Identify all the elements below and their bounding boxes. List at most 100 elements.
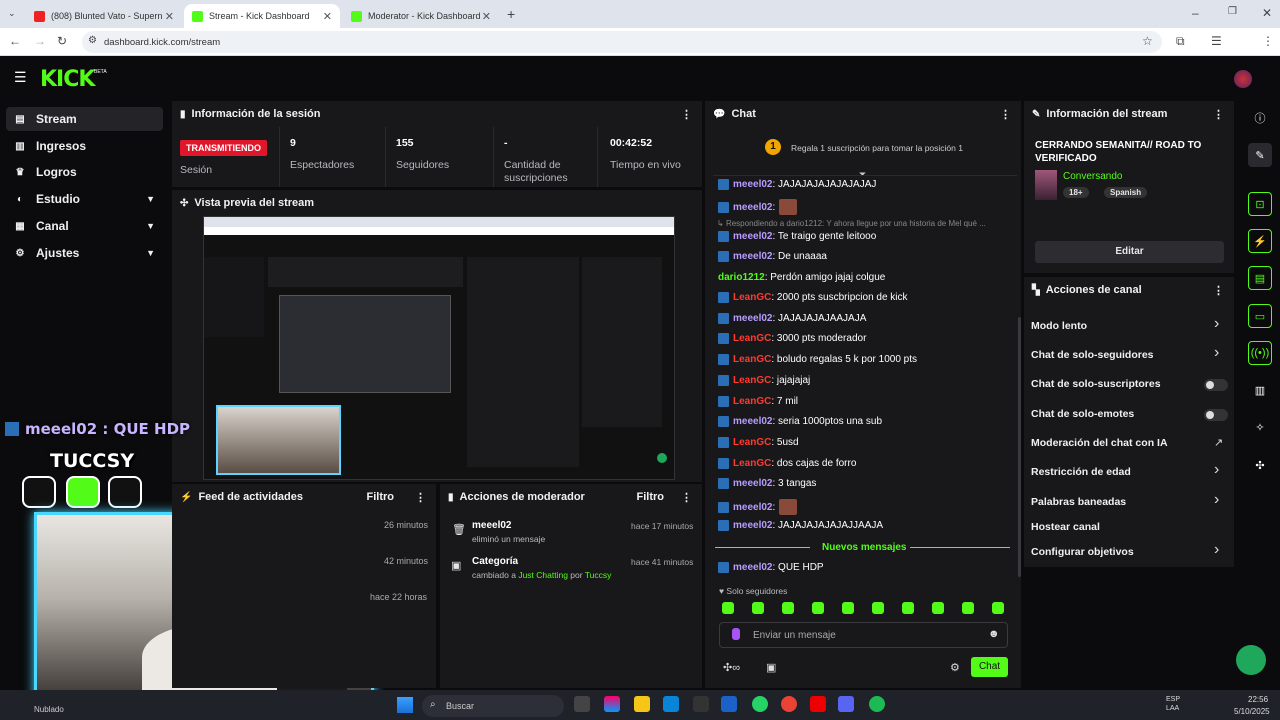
- hamburger-menu-icon[interactable]: ☰: [14, 69, 27, 86]
- emote-button[interactable]: [872, 602, 884, 614]
- more-options-icon[interactable]: ⋮: [1213, 284, 1224, 297]
- tab-youtube[interactable]: (808) Blunted Vato - Supern ✕: [26, 4, 182, 28]
- channel-action-item[interactable]: Configurar objetivos: [1031, 546, 1134, 558]
- toggle-switch[interactable]: [1204, 379, 1228, 391]
- input-language[interactable]: ESP LAA: [1166, 695, 1180, 713]
- chevron-right-icon[interactable]: ›: [1214, 344, 1219, 362]
- feed-filter-button[interactable]: Filtro: [367, 491, 395, 503]
- store-icon[interactable]: [721, 696, 737, 712]
- site-info-icon[interactable]: ⚙: [88, 35, 97, 46]
- chat-username[interactable]: meeel02: [733, 231, 772, 242]
- category-link[interactable]: Conversando: [1063, 171, 1122, 182]
- emote-button[interactable]: [722, 602, 734, 614]
- minimize-button[interactable]: –: [1192, 6, 1199, 20]
- support-chat-button[interactable]: [1236, 645, 1266, 675]
- chevron-right-icon[interactable]: ›: [1214, 461, 1219, 479]
- sidebar-item-canal[interactable]: ▦ Canal ▼: [6, 214, 163, 238]
- tab-search-icon[interactable]: ⌄: [8, 8, 16, 19]
- gift-icon[interactable]: ▣: [766, 661, 776, 674]
- tab-moderator-dashboard[interactable]: Moderator - Kick Dashboard ✕: [343, 4, 499, 28]
- reading-list-icon[interactable]: ☰: [1211, 34, 1222, 48]
- close-icon[interactable]: ✕: [482, 10, 491, 23]
- microphone-icon[interactable]: [732, 628, 740, 640]
- close-icon[interactable]: ✕: [165, 10, 174, 23]
- channel-action-item[interactable]: Restricción de edad: [1031, 466, 1131, 478]
- task-view-icon[interactable]: [574, 696, 590, 712]
- chat-icon[interactable]: ▭: [1248, 304, 1272, 328]
- chat-username[interactable]: LeanGC: [733, 375, 771, 386]
- apps-icon[interactable]: ✣: [1248, 453, 1272, 477]
- chat-username[interactable]: LeanGC: [733, 458, 771, 469]
- channel-action-item[interactable]: Moderación del chat con IA: [1031, 437, 1168, 449]
- mod-filter-button[interactable]: Filtro: [637, 491, 665, 503]
- stream-preview-video[interactable]: [203, 216, 675, 480]
- chat-username[interactable]: meeel02: [733, 179, 772, 190]
- emote-button[interactable]: [812, 602, 824, 614]
- more-options-icon[interactable]: ⋮: [1000, 108, 1011, 121]
- file-explorer-icon[interactable]: [634, 696, 650, 712]
- channel-action-item[interactable]: Chat de solo-seguidores: [1031, 349, 1154, 361]
- taskbar-search[interactable]: ⌕ Buscar: [422, 695, 564, 717]
- external-link-icon[interactable]: ↗: [1214, 436, 1223, 449]
- browser-menu-icon[interactable]: ⋮: [1262, 34, 1274, 48]
- extensions-icon[interactable]: ⧉: [1176, 34, 1185, 49]
- clipboard-icon[interactable]: ▤: [1248, 266, 1272, 290]
- sidebar-item-estudio[interactable]: ◐ Estudio ▼: [6, 187, 163, 211]
- channel-action-item[interactable]: Chat de solo-suscriptores: [1031, 378, 1161, 390]
- sidebar-item-logros[interactable]: ♛ Logros: [6, 160, 163, 184]
- emoji-picker-icon[interactable]: ☻: [988, 628, 1000, 640]
- user-avatar[interactable]: [1234, 70, 1252, 88]
- edit-stream-button[interactable]: Editar: [1035, 241, 1224, 263]
- chat-username[interactable]: meeel02: [733, 502, 772, 513]
- chat-input[interactable]: Enviar un mensaje ☻: [719, 622, 1008, 648]
- chat-username[interactable]: dario1212: [718, 272, 765, 283]
- broadcast-icon[interactable]: ((•)): [1248, 341, 1272, 365]
- spotify-icon[interactable]: [869, 696, 885, 712]
- chat-username[interactable]: LeanGC: [733, 437, 771, 448]
- chat-username[interactable]: LeanGC: [733, 333, 771, 344]
- wrench-icon[interactable]: ✧: [1248, 415, 1272, 439]
- whatsapp-icon[interactable]: [752, 696, 768, 712]
- chat-username[interactable]: meeel02: [733, 251, 772, 262]
- sidebar-item-ingresos[interactable]: ▥ Ingresos: [6, 134, 163, 158]
- emote-button[interactable]: [782, 602, 794, 614]
- emote-button[interactable]: [842, 602, 854, 614]
- more-options-icon[interactable]: ⋮: [681, 491, 692, 504]
- chat-username[interactable]: meeel02: [733, 313, 772, 324]
- bookmark-star-icon[interactable]: ☆: [1142, 34, 1153, 48]
- channel-action-item[interactable]: Chat de solo-emotes: [1031, 408, 1134, 420]
- lightning-icon[interactable]: ⚡: [1248, 229, 1272, 253]
- youtube-icon[interactable]: [810, 696, 826, 712]
- emote-button[interactable]: [902, 602, 914, 614]
- chevron-right-icon[interactable]: ›: [1214, 541, 1219, 559]
- windows-start-icon[interactable]: [397, 697, 413, 713]
- chat-username[interactable]: meeel02: [733, 520, 772, 531]
- back-icon[interactable]: ←: [9, 34, 21, 48]
- channel-action-item[interactable]: Palabras baneadas: [1031, 496, 1126, 508]
- edge-icon[interactable]: [663, 696, 679, 712]
- chevron-right-icon[interactable]: ›: [1214, 315, 1219, 333]
- chat-username[interactable]: LeanGC: [733, 354, 771, 365]
- chat-username[interactable]: meeel02: [733, 416, 772, 427]
- info-icon[interactable]: ⓘ: [1248, 106, 1272, 130]
- edit-icon[interactable]: ✎: [1248, 143, 1272, 167]
- new-tab-button[interactable]: +: [507, 6, 515, 22]
- emote-button[interactable]: [932, 602, 944, 614]
- toggle-switch[interactable]: [1204, 409, 1228, 421]
- more-options-icon[interactable]: ⋮: [415, 491, 426, 504]
- focus-icon[interactable]: ⊡: [1248, 192, 1272, 216]
- restore-button[interactable]: ❐: [1228, 6, 1237, 17]
- forward-icon[interactable]: →: [34, 34, 46, 48]
- chat-settings-icon[interactable]: ⚙: [950, 661, 960, 674]
- sidebar-item-ajustes[interactable]: ⚙ Ajustes ▼: [6, 241, 163, 265]
- obs-icon[interactable]: [693, 696, 709, 712]
- chat-users-icon[interactable]: ✣∞: [723, 661, 740, 674]
- copilot-icon[interactable]: [604, 696, 620, 712]
- chevron-right-icon[interactable]: ›: [1214, 491, 1219, 509]
- collapse-icon[interactable]: ✣: [180, 198, 188, 209]
- tab-stream-dashboard[interactable]: Stream - Kick Dashboard ✕: [184, 4, 340, 28]
- chat-username[interactable]: LeanGC: [733, 396, 771, 407]
- more-options-icon[interactable]: ⋮: [1213, 108, 1224, 121]
- channel-action-item[interactable]: Modo lento: [1031, 320, 1087, 332]
- chrome-icon[interactable]: [781, 696, 797, 712]
